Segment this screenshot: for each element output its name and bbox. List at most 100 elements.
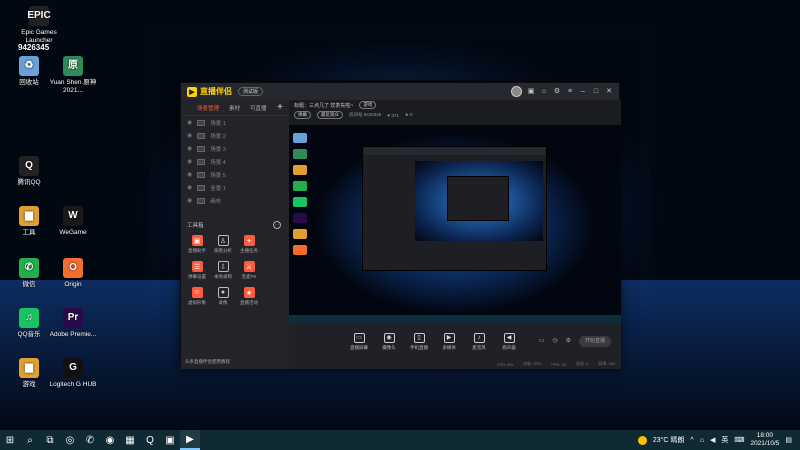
version-badge[interactable]: 测试版 — [238, 87, 264, 96]
tool-label: 录像 — [218, 300, 228, 305]
menu-icon[interactable]: ≡ — [566, 88, 574, 96]
desktop-icon[interactable]: EPIC Epic Games Launcher — [12, 6, 66, 44]
tool-9[interactable]: ● 录像 — [211, 287, 235, 306]
control-3[interactable]: ▶ 多媒体 — [439, 333, 459, 351]
tab-2[interactable]: 可直播 — [250, 104, 267, 112]
search-icon[interactable]: ⌕ — [20, 430, 40, 450]
tray-chevron-icon[interactable]: ^ — [690, 437, 693, 444]
wechat-taskbar-icon[interactable]: ✆ — [80, 430, 100, 450]
logo-icon: ▶ — [187, 86, 197, 97]
room-stat[interactable]: 弹幕 — [294, 111, 311, 119]
eye-icon[interactable]: ◉ — [187, 145, 192, 152]
control-1[interactable]: ◉ 摄像头 — [379, 333, 399, 351]
files-icon[interactable]: ▦ — [120, 430, 140, 450]
volume-icon[interactable]: ◀ — [710, 436, 715, 444]
scene-thumb — [197, 119, 206, 126]
stream-preview[interactable] — [289, 125, 621, 323]
clock-icon[interactable]: ◷ — [552, 337, 557, 344]
download-icon: ⇩ — [217, 261, 229, 272]
status-item: FPS: 30 — [551, 361, 566, 367]
tool-label: 虚拟形象 — [188, 300, 206, 305]
scene-row[interactable]: ◉ 全景 1 — [181, 181, 289, 194]
more-icon[interactable]: ⋯ — [273, 221, 281, 229]
scene-row[interactable]: ◉ 场景 4 — [181, 155, 289, 168]
record-icon[interactable]: ▭ — [539, 337, 545, 344]
lock-icon[interactable]: ⌂ — [540, 88, 548, 96]
desktop-icon[interactable]: Q 腾讯QQ — [2, 156, 56, 187]
control-2[interactable]: ▯ 手机直播 — [409, 333, 429, 351]
notification-icon[interactable]: ▤ — [785, 436, 792, 444]
tool-11 — [263, 287, 287, 306]
danmaku-icon: ☰ — [191, 261, 203, 272]
desktop-icon-label: WeGame — [59, 229, 87, 236]
live-companion-taskbar-icon[interactable]: ▶ — [180, 430, 200, 450]
tool-1[interactable]: ♙ 观看分析 — [211, 235, 235, 254]
gear-icon[interactable]: ⚙ — [566, 337, 571, 344]
room-title[interactable]: 标题：三点几了 饮茶先啦~ — [294, 102, 353, 109]
logitech-icon: G — [63, 358, 83, 378]
tool-label: 直播活动 — [240, 300, 258, 305]
tool-6[interactable]: ⚔ 连麦PK — [237, 261, 261, 280]
close-icon[interactable]: ✕ — [605, 88, 613, 96]
settings-icon[interactable]: ⚙ — [553, 88, 561, 96]
network-icon[interactable]: ⌂ — [700, 437, 704, 444]
task-view-icon[interactable]: ⧉ — [40, 430, 60, 450]
control-0[interactable]: ▭ 直播屏幕 — [349, 333, 369, 351]
qq-taskbar-icon[interactable]: Q — [140, 430, 160, 450]
assistant-icon: ▣ — [191, 235, 203, 246]
eye-icon[interactable]: ◉ — [187, 158, 192, 165]
tab-1[interactable]: 素材 — [229, 104, 240, 112]
avatar[interactable] — [511, 86, 522, 97]
desktop-icon[interactable]: W WeGame — [46, 206, 100, 237]
camera-icon: ◉ — [383, 333, 395, 343]
tool-4[interactable]: ☰ 弹幕设置 — [185, 261, 209, 280]
scene-row[interactable]: ◉ 场景 5 — [181, 168, 289, 181]
minimize-icon[interactable]: – — [579, 88, 587, 96]
eye-icon[interactable]: ◉ — [187, 197, 192, 204]
desktop-icon[interactable]: O Origin — [46, 258, 100, 289]
tool-2[interactable]: ✦ 主播任务 — [237, 235, 261, 254]
control-5[interactable]: ◀ 扬声器 — [499, 333, 519, 351]
scene-row[interactable]: ◉ 场景 2 — [181, 129, 289, 142]
scene-row[interactable]: ◉ 场景 3 — [181, 142, 289, 155]
tool-label: 主播任务 — [240, 248, 258, 253]
chrome-icon[interactable]: ◎ — [60, 430, 80, 450]
eye-icon[interactable]: ◉ — [187, 119, 192, 126]
ime-indicator[interactable]: 英 — [721, 435, 728, 445]
tool-8[interactable]: ☺ 虚拟形象 — [185, 287, 209, 306]
scene-row[interactable]: ◉ 画布 — [181, 194, 289, 207]
game-taskbar-icon[interactable]: ▣ — [160, 430, 180, 450]
keyboard-icon[interactable]: ⌨ — [734, 436, 744, 444]
gift-icon[interactable]: ▣ — [527, 88, 535, 96]
control-4[interactable]: ♪ 麦克风 — [469, 333, 489, 351]
toolbox-header: 工具箱 ⋯ — [181, 219, 289, 231]
scene-row[interactable]: ◉ 场景 1 — [181, 116, 289, 129]
desktop-icon[interactable]: G Logitech G HUB — [46, 358, 100, 389]
eye-icon[interactable]: ◉ — [187, 184, 192, 191]
maximize-icon[interactable]: □ — [592, 88, 600, 96]
room-stat: ♥ 371 — [387, 112, 399, 118]
desktop-icon-label: Logitech G HUB — [49, 381, 97, 388]
clock[interactable]: 18:00 2021/10/5 — [750, 432, 779, 448]
tool-10[interactable]: ★ 直播活动 — [237, 287, 261, 306]
phone-icon: ▯ — [413, 333, 425, 343]
tutorial-link[interactable]: 头条直播伴侣使用教程 — [185, 359, 230, 365]
tool-0[interactable]: ▣ 直播助手 — [185, 235, 209, 254]
wegame-icon: W — [63, 206, 83, 226]
tool-5[interactable]: ⇩ 本地录制 — [211, 261, 235, 280]
windows-start-icon[interactable]: ⊞ — [0, 430, 20, 450]
eye-icon[interactable]: ◉ — [187, 171, 192, 178]
scene-thumb — [197, 197, 206, 204]
room-stat[interactable]: 最近观众 — [317, 111, 343, 119]
system-tray: 23°C 晴朗 ^ ⌂ ◀ 英 ⌨ 18:00 2021/10/5 ▤ — [637, 430, 800, 450]
desktop-icon[interactable]: Pr Adobe Premie... — [46, 308, 100, 339]
start-live-button[interactable]: 开始直播 — [579, 336, 611, 347]
overlay-text: 9426345 — [18, 43, 50, 52]
netease-music-icon[interactable]: ◉ — [100, 430, 120, 450]
weather-text[interactable]: 23°C 晴朗 — [653, 435, 685, 445]
add-scene-button[interactable]: + — [277, 102, 283, 113]
room-tag[interactable]: 游戏 — [359, 101, 377, 109]
tab-0[interactable]: 场景管理 — [197, 104, 219, 112]
eye-icon[interactable]: ◉ — [187, 132, 192, 139]
desktop-icon[interactable]: 原 Yuan Shen 原神 2021... — [46, 56, 100, 94]
